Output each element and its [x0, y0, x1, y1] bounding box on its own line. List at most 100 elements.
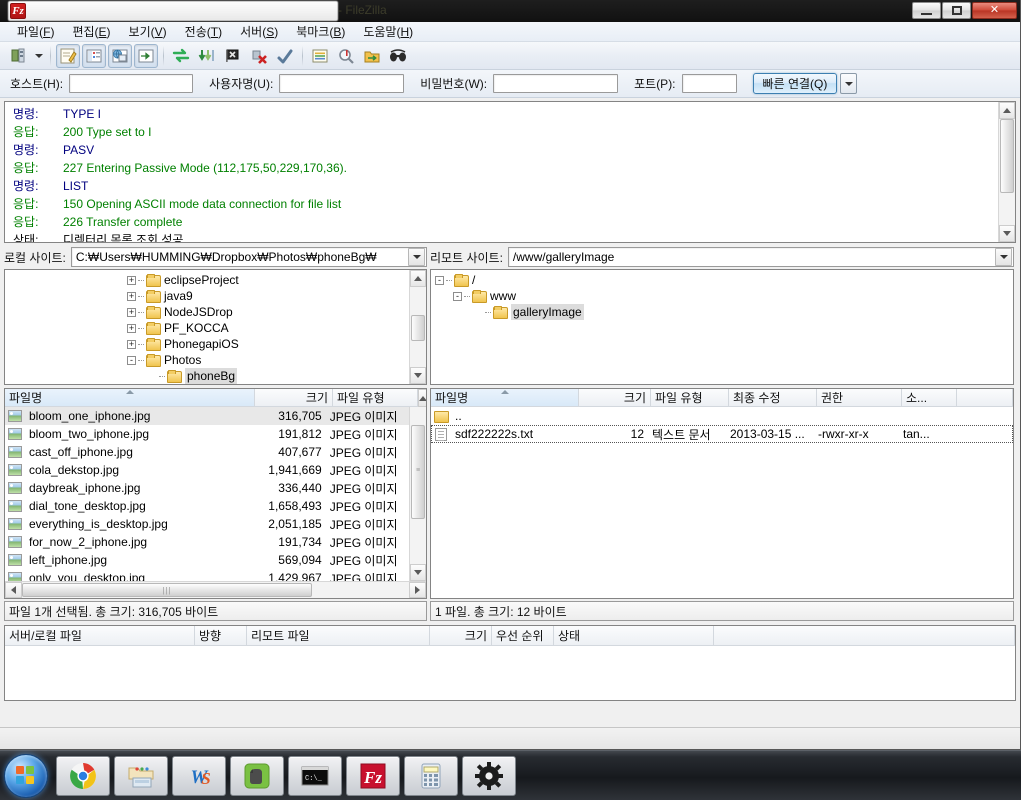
column-header-server-local-file[interactable]: 서버/로컬 파일: [5, 626, 195, 645]
table-row[interactable]: for_now_2_iphone.jpg 191,734 JPEG 이미지: [5, 533, 409, 551]
password-input[interactable]: [493, 74, 619, 93]
taskbar-item-webstorm[interactable]: W S: [172, 755, 226, 796]
tree-node[interactable]: - www: [431, 288, 1013, 304]
filter-icon[interactable]: [308, 44, 332, 68]
expand-toggle-icon[interactable]: +: [127, 275, 136, 285]
quickconnect-button[interactable]: 빠른 연결(Q): [752, 73, 838, 94]
menu-transfer[interactable]: 전송(T): [176, 21, 231, 43]
scroll-down-button[interactable]: [999, 225, 1015, 242]
queue-body[interactable]: [5, 646, 1015, 700]
column-header-permissions[interactable]: 권한: [817, 389, 902, 406]
tree-node[interactable]: + eclipseProject: [5, 272, 409, 288]
collapse-toggle-icon[interactable]: -: [127, 355, 136, 365]
collapse-toggle-icon[interactable]: -: [453, 291, 462, 301]
username-input[interactable]: [279, 74, 405, 93]
scroll-down-button[interactable]: [410, 564, 426, 581]
toggle-remote-tree-icon[interactable]: [108, 43, 132, 68]
remote-file-list[interactable]: 파일명 크기 파일 유형 최종 수정 권한 소... .. sdf222222s…: [430, 388, 1014, 599]
menu-server[interactable]: 서버(S): [231, 21, 287, 43]
process-queue-icon[interactable]: [195, 44, 219, 68]
local-path-dropdown-icon[interactable]: [408, 248, 425, 266]
column-header-owner[interactable]: 소...: [902, 389, 957, 406]
disconnect-icon[interactable]: [247, 44, 271, 68]
table-row[interactable]: left_iphone.jpg 569,094 JPEG 이미지: [5, 551, 409, 569]
table-row[interactable]: dial_tone_desktop.jpg 1,658,493 JPEG 이미지: [5, 497, 409, 515]
scroll-up-button[interactable]: [418, 389, 426, 407]
scroll-down-button[interactable]: [410, 367, 426, 384]
column-header-status[interactable]: 상태: [554, 626, 714, 645]
maximize-button[interactable]: [942, 2, 971, 19]
cancel-operation-icon[interactable]: [221, 44, 245, 68]
tree-node-selected[interactable]: galleryImage: [431, 304, 1013, 320]
windows-start-orb[interactable]: [4, 753, 48, 798]
table-row[interactable]: sdf222222s.txt 12 텍스트 문서 2013-03-15 ... …: [431, 425, 1013, 443]
local-list-scrollbar[interactable]: ≡: [409, 407, 426, 581]
column-header-size[interactable]: 크기: [579, 389, 651, 406]
hscroll-track[interactable]: |||: [22, 582, 409, 598]
taskbar-item-filezilla[interactable]: Fz: [346, 755, 400, 796]
taskbar-item-file-explorer[interactable]: [114, 755, 168, 796]
table-row[interactable]: bloom_two_iphone.jpg 191,812 JPEG 이미지: [5, 425, 409, 443]
table-row[interactable]: bloom_one_iphone.jpg 316,705 JPEG 이미지: [5, 407, 409, 425]
refresh-icon[interactable]: [169, 44, 193, 68]
tree-node[interactable]: - Photos: [5, 352, 409, 368]
quickconnect-history-dropdown[interactable]: [840, 73, 858, 94]
column-header-size[interactable]: 크기: [255, 389, 333, 406]
reconnect-icon[interactable]: [273, 44, 297, 68]
table-row[interactable]: cola_dekstop.jpg 1,941,669 JPEG 이미지: [5, 461, 409, 479]
local-directory-tree[interactable]: + eclipseProject + java9 + NodeJSDrop + …: [4, 269, 427, 385]
tree-node[interactable]: + java9: [5, 288, 409, 304]
table-row[interactable]: everything_is_desktop.jpg 2,051,185 JPEG…: [5, 515, 409, 533]
toggle-transfer-queue-icon[interactable]: [134, 43, 158, 68]
taskbar-item-chrome[interactable]: [56, 755, 110, 796]
expand-toggle-icon[interactable]: +: [127, 323, 136, 333]
tree-node[interactable]: + PF_KOCCA: [5, 320, 409, 336]
taskbar-item-settings[interactable]: [462, 755, 516, 796]
column-header-size[interactable]: 크기: [430, 626, 492, 645]
table-row[interactable]: daybreak_iphone.jpg 336,440 JPEG 이미지: [5, 479, 409, 497]
column-header-filename[interactable]: 파일명: [5, 389, 255, 406]
local-path-combo[interactable]: C:₩Users₩HUMMING₩Dropbox₩Photos₩phoneBg₩: [70, 247, 427, 267]
minimize-button[interactable]: [912, 2, 941, 19]
tree-node[interactable]: - /: [431, 272, 1013, 288]
collapse-toggle-icon[interactable]: -: [435, 275, 444, 285]
scroll-up-button[interactable]: [410, 270, 426, 287]
taskbar-item-evernote[interactable]: [230, 755, 284, 796]
column-header-filetype[interactable]: 파일 유형: [651, 389, 729, 406]
scroll-track[interactable]: [410, 287, 426, 367]
taskbar-item-command-prompt[interactable]: C:\_: [288, 755, 342, 796]
toggle-message-log-icon[interactable]: [56, 43, 80, 68]
site-manager-dropdown-icon[interactable]: [32, 44, 46, 68]
menu-help[interactable]: 도움말(H): [354, 21, 422, 43]
toggle-local-tree-icon[interactable]: [82, 43, 106, 68]
remote-path-dropdown-icon[interactable]: [995, 248, 1012, 266]
close-button[interactable]: ✕: [972, 2, 1017, 19]
tree-node[interactable]: + NodeJSDrop: [5, 304, 409, 320]
scroll-thumb[interactable]: [1000, 119, 1014, 193]
scroll-up-button[interactable]: [999, 102, 1015, 119]
column-header-filename[interactable]: 파일명: [431, 389, 579, 406]
menu-bookmarks[interactable]: 북마크(B): [287, 21, 354, 43]
expand-toggle-icon[interactable]: +: [127, 307, 136, 317]
table-row[interactable]: ..: [431, 407, 1013, 425]
menu-view[interactable]: 보기(V): [120, 21, 176, 43]
synchronized-browsing-icon[interactable]: [360, 44, 384, 68]
scroll-track[interactable]: ≡: [410, 407, 426, 564]
table-row[interactable]: only_you_desktop.jpg 1,429,967 JPEG 이미지: [5, 569, 409, 581]
column-header-priority[interactable]: 우선 순위: [492, 626, 554, 645]
host-input[interactable]: [69, 74, 194, 93]
column-header-filetype[interactable]: 파일 유형: [333, 389, 418, 406]
scroll-left-button[interactable]: [5, 582, 22, 598]
remote-directory-tree[interactable]: - / - www galleryImage: [430, 269, 1014, 385]
scroll-thumb[interactable]: [411, 315, 425, 341]
message-log-rows[interactable]: 명령: TYPE I 응답: 200 Type set to I 명령: PAS…: [5, 102, 998, 242]
tree-node[interactable]: + PhonegapiOS: [5, 336, 409, 352]
remote-path-combo[interactable]: /www/galleryImage: [507, 247, 1014, 267]
expand-toggle-icon[interactable]: +: [127, 339, 136, 349]
column-header-modified[interactable]: 최종 수정: [729, 389, 817, 406]
local-list-hscrollbar[interactable]: |||: [5, 581, 426, 598]
scroll-track[interactable]: [999, 119, 1015, 225]
tree-node-selected[interactable]: phoneBg: [5, 368, 409, 384]
scroll-right-button[interactable]: [409, 582, 426, 598]
find-files-icon[interactable]: [386, 44, 410, 68]
